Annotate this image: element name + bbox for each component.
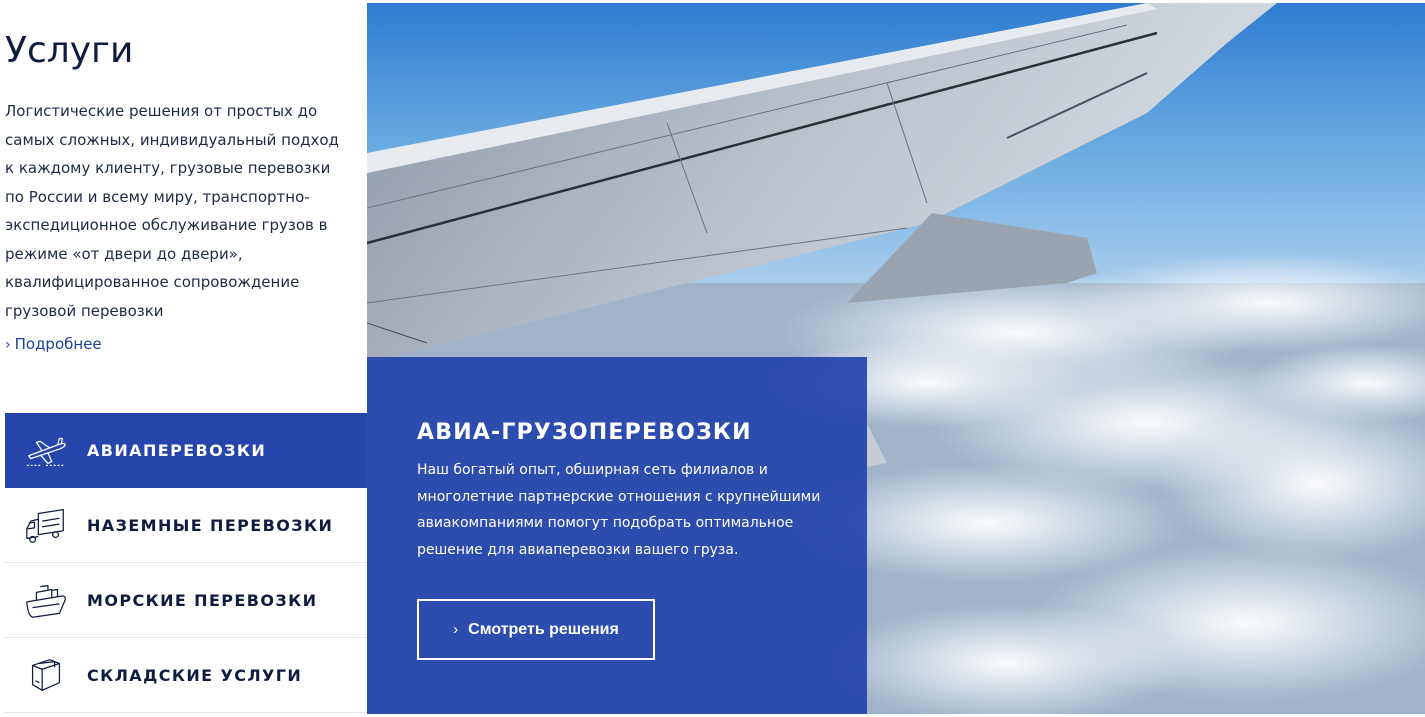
chevron-right-icon: › (5, 337, 11, 353)
airplane-icon (5, 427, 87, 473)
more-link[interactable]: › Подробнее (5, 335, 102, 353)
menu-item-sea[interactable]: МОРСКИЕ ПЕРЕВОЗКИ (5, 563, 367, 638)
box-icon (5, 652, 87, 698)
panel-title: АВИА-ГРУЗОПЕРЕВОЗКИ (417, 420, 752, 445)
panel-description: Наш богатый опыт, обширная сеть филиалов… (417, 462, 821, 558)
services-sidebar: Услуги Логистические решения от простых … (0, 0, 367, 717)
menu-item-air[interactable]: АВИАПЕРЕВОЗКИ (5, 413, 367, 488)
chevron-right-icon: › (453, 621, 459, 638)
menu-item-label: АВИАПЕРЕВОЗКИ (87, 440, 267, 460)
view-solutions-button[interactable]: › Смотреть решения (417, 599, 655, 660)
menu-item-label: МОРСКИЕ ПЕРЕВОЗКИ (87, 590, 318, 610)
menu-item-warehouse[interactable]: СКЛАДСКИЕ УСЛУГИ (5, 638, 367, 713)
menu-item-label: СКЛАДСКИЕ УСЛУГИ (87, 665, 303, 685)
truck-icon (5, 502, 87, 548)
service-panel: АВИА-ГРУЗОПЕРЕВОЗКИ Наш богатый опыт, об… (367, 357, 867, 714)
services-description: Логистические решения от простых до самы… (5, 102, 339, 320)
ship-icon (5, 577, 87, 623)
menu-item-label: НАЗЕМНЫЕ ПЕРЕВОЗКИ (87, 515, 334, 535)
more-link-label: Подробнее (14, 335, 102, 353)
view-solutions-label: Смотреть решения (468, 620, 619, 638)
menu-item-ground[interactable]: НАЗЕМНЫЕ ПЕРЕВОЗКИ (5, 488, 367, 563)
services-menu: АВИАПЕРЕВОЗКИ НАЗЕМНЫЕ ПЕРЕВОЗКИ МОРСКИЕ… (5, 413, 367, 713)
page-title: Услуги (5, 30, 134, 71)
